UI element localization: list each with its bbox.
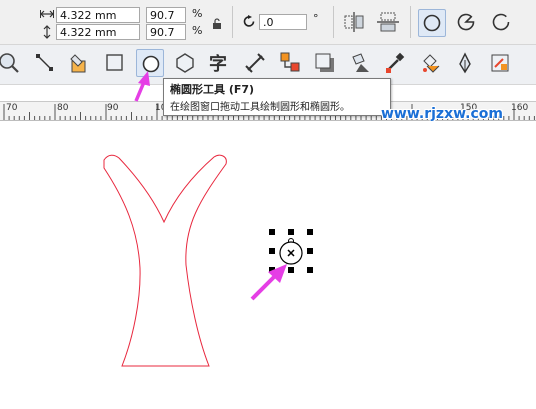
arc-mode-button[interactable] xyxy=(488,9,516,37)
ellipse-mode-button[interactable] xyxy=(418,9,446,37)
property-bar: 4.322 mm 4.322 mm 90.7 90.7 % % .0 ° xyxy=(0,0,536,44)
object-width-field[interactable]: 4.322 mm xyxy=(56,7,140,23)
handle-bottom-mid[interactable] xyxy=(288,267,294,273)
smart-drawing-tool-icon xyxy=(491,54,509,72)
zoom-tool-button[interactable] xyxy=(0,49,24,77)
eyedropper-tool-button[interactable] xyxy=(381,49,409,77)
object-height-field[interactable]: 4.322 mm xyxy=(56,24,140,40)
outline-pen-tool-icon xyxy=(459,52,471,74)
rectangle-tool-button[interactable] xyxy=(101,49,129,77)
rotation-angle-field[interactable]: .0 xyxy=(259,14,307,30)
scale-y-field[interactable]: 90.7 xyxy=(146,24,186,40)
pie-mode-button[interactable] xyxy=(453,9,481,37)
pie-mode-icon xyxy=(457,13,475,31)
handle-mid-right[interactable] xyxy=(307,248,313,254)
separator xyxy=(333,6,334,38)
eyedropper-tool-icon xyxy=(386,52,405,73)
outline-pen-tool-button[interactable] xyxy=(451,49,479,77)
site-watermark: www.rjzxw.com xyxy=(381,106,503,122)
drop-shadow-tool-icon xyxy=(315,53,334,72)
transparency-tool-button[interactable] xyxy=(346,49,374,77)
freehand-tool-button[interactable] xyxy=(31,49,59,77)
ruler-label: 160 xyxy=(511,103,529,113)
freehand-tool-icon xyxy=(36,54,53,71)
percent-label-y: % xyxy=(192,24,203,37)
separator xyxy=(410,6,411,38)
canvas-artwork xyxy=(103,154,313,367)
smart-fill-tool-button[interactable] xyxy=(66,49,94,77)
zoom-tool-icon xyxy=(0,53,19,73)
handle-mid-left[interactable] xyxy=(269,248,275,254)
scale-x-field[interactable]: 90.7 xyxy=(146,7,186,23)
height-icon xyxy=(43,25,51,39)
ellipse-tool-tooltip: 椭圆形工具 (F7) 在绘图窗口拖动工具绘制圆形和椭圆形。 xyxy=(163,78,391,116)
ruler-label: 90 xyxy=(107,103,119,113)
connector-tool-icon xyxy=(280,52,300,72)
ellipse-mode-icon xyxy=(423,14,441,32)
degree-label: ° xyxy=(313,12,319,25)
dimension-tool-icon xyxy=(245,53,265,73)
rectangle-tool-icon xyxy=(106,54,123,71)
pointer-arrow-toolbar xyxy=(134,71,150,102)
smart-fill-tool-icon xyxy=(70,54,86,73)
dimension-tool-button[interactable] xyxy=(241,49,269,77)
arc-mode-icon xyxy=(492,13,510,31)
polygon-tool-button[interactable] xyxy=(171,49,199,77)
percent-label-x: % xyxy=(192,7,203,20)
connector-tool-button[interactable] xyxy=(276,49,304,77)
y-shape-outline[interactable] xyxy=(103,154,227,367)
interactive-fill-tool-icon xyxy=(423,54,440,73)
tooltip-description: 在绘图窗口拖动工具绘制圆形和椭圆形。 xyxy=(170,102,350,113)
separator xyxy=(232,6,233,38)
handle-top-right[interactable] xyxy=(307,229,313,235)
smart-drawing-tool-button[interactable] xyxy=(486,49,514,77)
mirror-vertical-icon[interactable] xyxy=(377,11,399,33)
transparency-tool-icon xyxy=(352,53,369,72)
interactive-fill-tool-button[interactable] xyxy=(416,49,444,77)
width-icon xyxy=(40,10,54,18)
mirror-horizontal-icon[interactable] xyxy=(343,12,365,32)
polygon-tool-icon xyxy=(176,53,194,73)
ruler-label: 80 xyxy=(57,103,69,113)
handle-top-mid[interactable] xyxy=(288,229,294,235)
text-tool-button[interactable]: 字 xyxy=(206,49,234,77)
lock-ratio-icon[interactable] xyxy=(212,18,222,30)
ruler-label: 70 xyxy=(6,103,18,113)
text-tool-icon: 字 xyxy=(209,54,227,75)
rotate-icon xyxy=(243,15,255,27)
drawing-canvas[interactable] xyxy=(0,120,536,409)
handle-top-left[interactable] xyxy=(269,229,275,235)
drop-shadow-tool-button[interactable] xyxy=(311,49,339,77)
tooltip-title: 椭圆形工具 (F7) xyxy=(170,83,255,96)
handle-bottom-right[interactable] xyxy=(307,267,313,273)
